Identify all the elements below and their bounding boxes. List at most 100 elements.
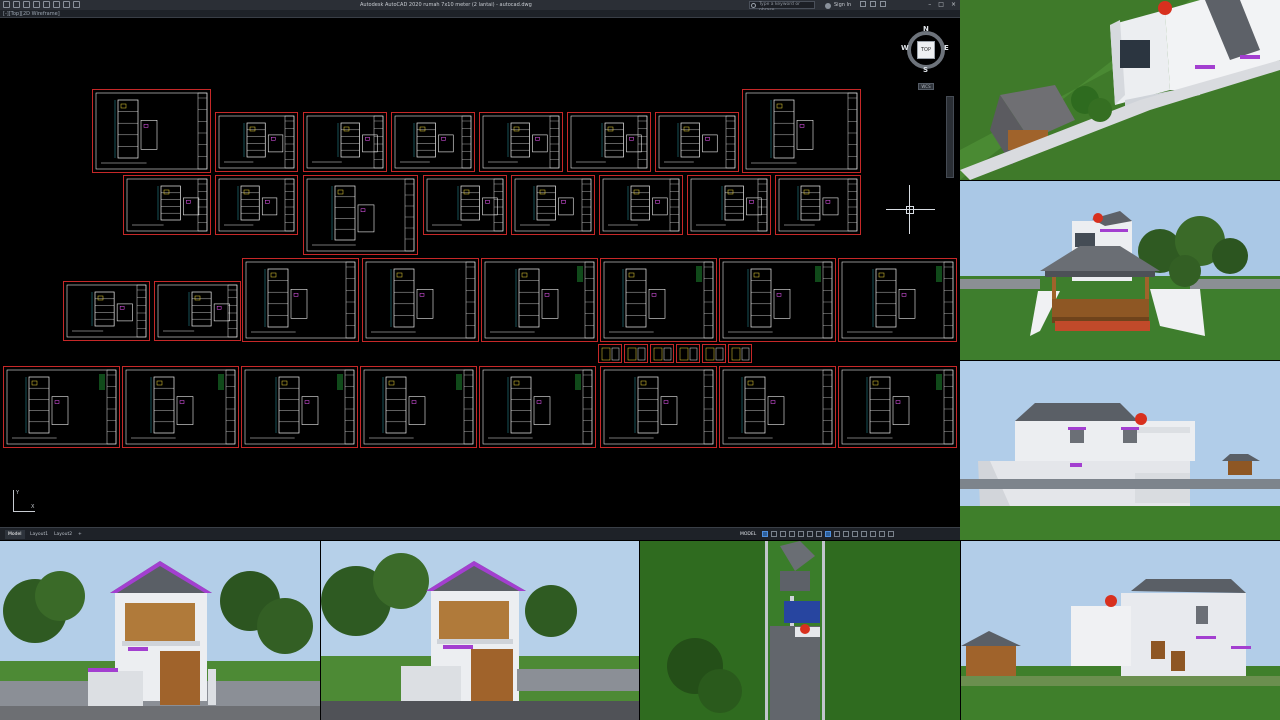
fullscreen-icon[interactable] [879,531,886,537]
compass-west[interactable]: W [901,44,909,52]
drawing-sheet[interactable] [423,175,507,235]
drawing-sheet[interactable] [122,366,239,448]
grid-toggle-icon[interactable] [762,531,769,537]
customize-menu-icon[interactable] [888,531,895,537]
search-icon [751,3,756,8]
status-bar: MODEL [740,529,895,539]
undo-icon[interactable] [63,1,70,8]
window-controls: – □ × [928,0,956,10]
detail-sheet[interactable] [624,344,648,363]
drawing-sheet[interactable] [63,281,150,341]
save-icon[interactable] [33,1,40,8]
screen-root: Autodesk AutoCAD 2020 rumah 7x10 meter (… [0,0,1280,720]
drawing-sheet[interactable] [360,366,477,448]
drawing-sheet[interactable] [123,175,211,235]
new-file-icon[interactable] [13,1,20,8]
drawing-sheet[interactable] [742,89,861,173]
help-icon[interactable] [880,1,886,7]
drawing-sheet[interactable] [154,281,241,341]
drawing-sheet[interactable] [215,175,298,235]
wcs-menu[interactable]: WCS [918,83,934,90]
maximize-button[interactable]: □ [938,0,944,10]
drawing-sheet[interactable] [479,366,596,448]
cursor-pickbox [906,206,914,214]
close-button[interactable]: × [951,0,956,10]
drawing-sheet[interactable] [567,112,651,172]
drawing-sheet[interactable] [511,175,595,235]
drawing-sheet[interactable] [655,112,739,172]
workspace-gear-icon[interactable] [852,531,859,537]
drawing-sheet[interactable] [838,258,957,342]
detail-sheet[interactable] [676,344,700,363]
drawing-sheet[interactable] [719,258,836,342]
ortho-toggle-icon[interactable] [780,531,787,537]
drawing-sheet[interactable] [687,175,771,235]
render-rear-gazebo [960,181,1280,360]
drawing-sheet[interactable] [479,112,563,172]
drawing-sheet[interactable] [719,366,836,448]
compass-east[interactable]: E [944,44,949,52]
detail-sheet[interactable] [702,344,726,363]
detail-sheet[interactable] [650,344,674,363]
render-side-gazebo [961,541,1280,720]
annotation-scale-icon[interactable] [843,531,850,537]
isolate-objects-icon[interactable] [861,531,868,537]
drawing-sheet[interactable] [92,89,211,173]
drawing-sheet[interactable] [303,175,418,255]
drawing-sheet[interactable] [303,112,387,172]
sign-in-label: Sign In [834,2,852,8]
render-aerial-side [960,0,1280,180]
open-file-icon[interactable] [23,1,30,8]
osnap-toggle-icon[interactable] [798,531,805,537]
title-tools [860,1,886,7]
redo-icon[interactable] [73,1,80,8]
detail-sheet[interactable] [728,344,752,363]
drawing-sheet[interactable] [391,112,475,172]
snap-toggle-icon[interactable] [771,531,778,537]
drawing-sheet[interactable] [215,112,298,172]
save-as-icon[interactable] [43,1,50,8]
viewcube-top-face[interactable]: TOP [917,41,935,59]
tab-layout2[interactable]: Layout2 [51,530,75,539]
file-tabs-bar [0,10,960,18]
app-menu-icon[interactable] [3,1,10,8]
render-top-view [640,541,960,720]
user-icon [825,3,831,9]
compass-south[interactable]: S [923,66,928,74]
viewcube[interactable]: TOP N S E W [901,25,949,74]
drawing-sheet[interactable] [241,366,358,448]
detail-sheet[interactable] [598,344,622,363]
sign-in-button[interactable]: Sign In [825,0,851,10]
viewport-controls[interactable]: [-][Top][2D Wireframe] [3,11,60,17]
a360-icon[interactable] [870,1,876,7]
drawing-sheet[interactable] [599,175,683,235]
drawing-sheet[interactable] [362,258,479,342]
hardware-accel-icon[interactable] [870,531,877,537]
search-box[interactable]: Type a keyword or phrase [749,1,815,13]
quick-access-toolbar[interactable] [3,1,80,8]
drawing-sheet[interactable] [600,258,717,342]
drawing-sheet[interactable] [600,366,717,448]
otrack-toggle-icon[interactable] [807,531,814,537]
transparency-toggle-icon[interactable] [825,531,832,537]
minimize-button[interactable]: – [928,0,931,10]
selection-cycling-icon[interactable] [834,531,841,537]
render-front-left [0,541,320,720]
window-title: Autodesk AutoCAD 2020 rumah 7x10 meter (… [360,2,532,8]
compass-north[interactable]: N [923,25,929,33]
polar-toggle-icon[interactable] [789,531,796,537]
drawing-sheet[interactable] [838,366,957,448]
tab-model[interactable]: Model [5,530,25,539]
drawing-sheet[interactable] [242,258,359,342]
exchange-icon[interactable] [860,1,866,7]
model-space-button[interactable]: MODEL [740,532,756,537]
navigation-bar[interactable] [946,96,954,178]
autocad-window: Autodesk AutoCAD 2020 rumah 7x10 meter (… [0,0,960,540]
drawing-sheet[interactable] [481,258,598,342]
lineweight-toggle-icon[interactable] [816,531,823,537]
plot-icon[interactable] [53,1,60,8]
drawing-sheet[interactable] [3,366,120,448]
tab-layout1[interactable]: Layout1 [27,530,51,539]
drawing-sheet[interactable] [775,175,861,235]
tab-add[interactable]: + [75,530,85,539]
